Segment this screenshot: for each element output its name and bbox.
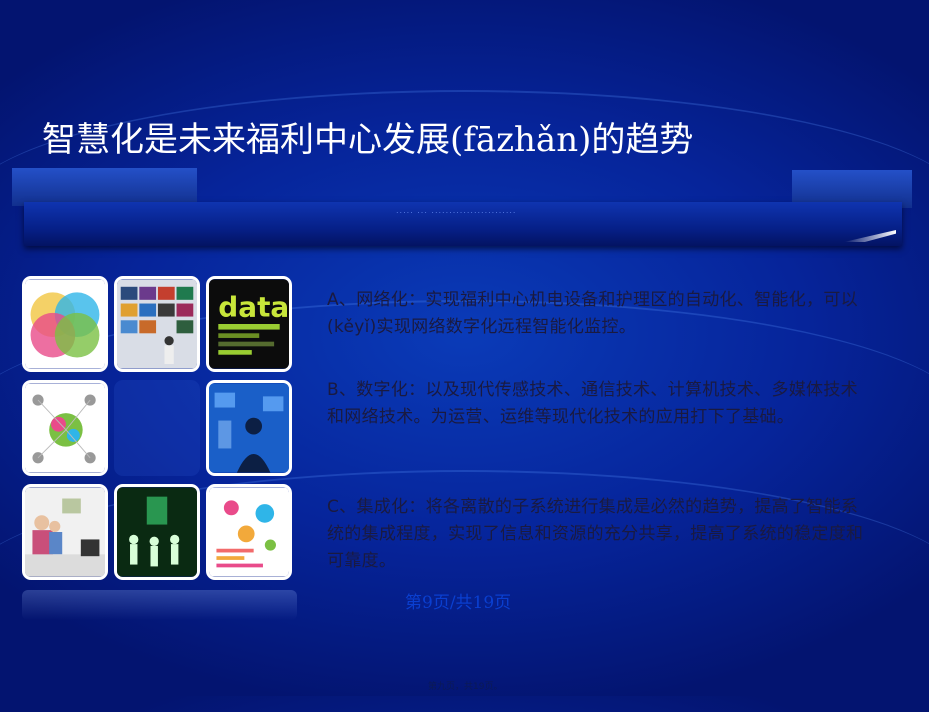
title-bar: ..... ... ........................ (24, 202, 902, 246)
empty-tile (114, 380, 200, 476)
video-wall-image (114, 276, 200, 372)
swoosh-decoration (844, 230, 896, 242)
venn-diagram-image (22, 276, 108, 372)
slide-title: 智慧化是未来福利中心发展(fāzhǎn)的趋势 (42, 120, 694, 160)
infographic-image (206, 484, 292, 580)
footer-page-number: 第九页，共19页。 (428, 682, 503, 692)
digital-person-image (206, 380, 292, 476)
paragraph-networking: A、网络化：实现福利中心机电设备和护理区的自动化、智能化，可以(kěyǐ)实现网… (327, 290, 858, 337)
smart-home-image (22, 484, 108, 580)
paragraph-integration: C、集成化：将各离散的子系统进行集成是必然的趋势，提高了智能系统的集成程度，实现… (327, 497, 864, 571)
image-reflection (22, 590, 297, 620)
paragraph-digitization: B、数字化：以及现代传感技术、通信技术、计算机技术、多媒体技术和网络技术。为运营… (327, 380, 858, 427)
digital-crowd-image (114, 484, 200, 580)
decor-band-left (12, 168, 197, 206)
network-diagram-image (22, 380, 108, 476)
data-visualization-image: data (206, 276, 292, 372)
page-indicator: 第9页/共19页 (405, 593, 512, 613)
decor-dots: ..... ... ........................ (396, 206, 517, 215)
data-word: data (218, 291, 289, 324)
